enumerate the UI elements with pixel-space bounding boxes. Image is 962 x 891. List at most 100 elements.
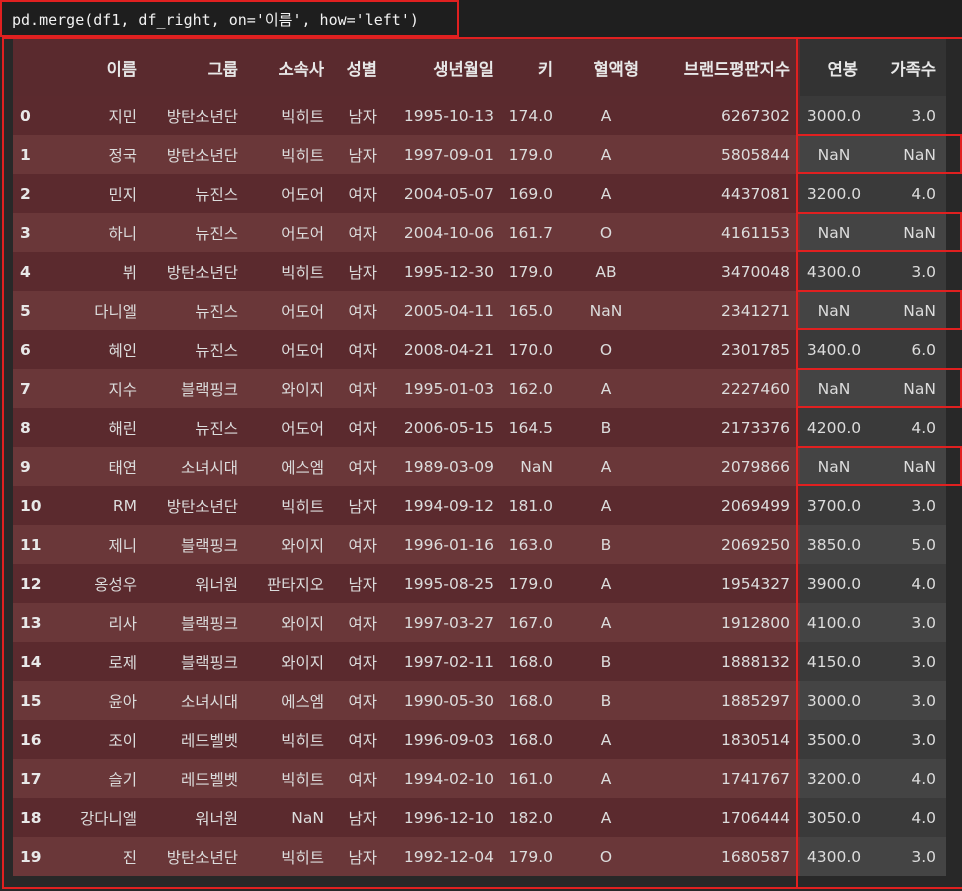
row-index: 14 [13,642,59,681]
table-cell: 1992-12-04 [387,837,504,876]
table-cell: NaN [868,369,946,408]
dataframe-output: 이름 그룹 소속사 성별 생년월일 키 혈액형 브랜드평판지수 연봉 가족수 0 지민 방탄소년단 빅히… [0,37,962,891]
table-cell: 179.0 [504,252,563,291]
code-cell[interactable]: pd.merge(df1, df_right, on='이름', how='le… [0,0,459,37]
table-cell: NaN [248,798,334,837]
table-cell: 1997-02-11 [387,642,504,681]
table-cell: NaN [800,447,868,486]
table-cell: 1995-12-30 [387,252,504,291]
table-cell: NaN [868,213,946,252]
table-cell: 3700.0 [800,486,868,525]
table-cell: A [563,759,649,798]
table-cell: 4161153 [649,213,800,252]
table-cell: A [563,135,649,174]
table-cell: NaN [504,447,563,486]
table-cell: NaN [800,213,868,252]
table-cell: 169.0 [504,174,563,213]
table-cell: 168.0 [504,642,563,681]
table-cell: O [563,837,649,876]
table-cell: 해린 [59,408,147,447]
row-index: 16 [13,720,59,759]
table-cell: 판타지오 [248,564,334,603]
table-cell: 빅히트 [248,486,334,525]
table-cell: 1885297 [649,681,800,720]
table-cell: 빅히트 [248,720,334,759]
table-cell: 4300.0 [800,837,868,876]
table-cell: 3.0 [868,603,946,642]
table-cell: 1996-01-16 [387,525,504,564]
table-cell: 조이 [59,720,147,759]
table-cell: 블랙핑크 [147,525,248,564]
table-cell: 옹성우 [59,564,147,603]
row-index: 13 [13,603,59,642]
table-row: 0 지민 방탄소년단 빅히트 남자 1995-10-13 174.0 A 6267302 3000… [13,96,946,135]
table-cell: 3.0 [868,681,946,720]
row-index: 15 [13,681,59,720]
table-body: 0 지민 방탄소년단 빅히트 남자 1995-10-13 174.0 A 6267302 3000… [13,96,946,876]
table-cell: B [563,681,649,720]
table-cell: 3.0 [868,642,946,681]
table-cell: 레드벨벳 [147,759,248,798]
table-cell: A [563,603,649,642]
table-cell: 4.0 [868,564,946,603]
index-header [13,39,59,96]
table-row: 9 태연 소녀시대 에스엠 여자 1989-03-09 NaN A 2079866 NaN NaN [13,447,946,486]
table-cell: B [563,408,649,447]
column-header: 소속사 [248,39,334,96]
table-cell: 워너원 [147,564,248,603]
table-cell: 뉴진스 [147,408,248,447]
table-row: 17 슬기 레드벨벳 빅히트 여자 1994-02-10 161.0 A 1741767 3200… [13,759,946,798]
table-cell: 1994-09-12 [387,486,504,525]
table-cell: A [563,798,649,837]
table-cell: RM [59,486,147,525]
table-cell: 161.7 [504,213,563,252]
column-header: 혈액형 [563,39,649,96]
table-cell: 빅히트 [248,837,334,876]
table-cell: NaN [868,291,946,330]
table-cell: O [563,330,649,369]
table-cell: 5805844 [649,135,800,174]
table-cell: 168.0 [504,681,563,720]
table-cell: NaN [800,135,868,174]
table-cell: 지수 [59,369,147,408]
table-cell: 164.5 [504,408,563,447]
column-header: 브랜드평판지수 [649,39,800,96]
table-cell: 3470048 [649,252,800,291]
table-cell: 2006-05-15 [387,408,504,447]
row-index: 12 [13,564,59,603]
table-row: 13 리사 블랙핑크 와이지 여자 1997-03-27 167.0 A 1912800 4100… [13,603,946,642]
table-cell: 2008-04-21 [387,330,504,369]
table-cell: B [563,642,649,681]
table-cell: 4150.0 [800,642,868,681]
column-header: 생년월일 [387,39,504,96]
table-cell: 제니 [59,525,147,564]
table-cell: 와이지 [248,525,334,564]
table-cell: 1995-10-13 [387,96,504,135]
table-cell: 남자 [334,798,387,837]
table-cell: 블랙핑크 [147,642,248,681]
table-cell: 와이지 [248,369,334,408]
table-cell: 3000.0 [800,96,868,135]
table-cell: O [563,213,649,252]
table-cell: 남자 [334,837,387,876]
table-cell: 4200.0 [800,408,868,447]
row-index: 6 [13,330,59,369]
table-cell: 뉴진스 [147,174,248,213]
table-cell: 1830514 [649,720,800,759]
table-cell: 여자 [334,447,387,486]
row-index: 4 [13,252,59,291]
table-cell: 1989-03-09 [387,447,504,486]
table-cell: 혜인 [59,330,147,369]
table-cell: B [563,525,649,564]
table-cell: 2069499 [649,486,800,525]
table-cell: 3000.0 [800,681,868,720]
table-cell: 2301785 [649,330,800,369]
table-cell: 여자 [334,603,387,642]
table-cell: 2004-05-07 [387,174,504,213]
table-cell: 6267302 [649,96,800,135]
table-cell: 3900.0 [800,564,868,603]
column-header: 가족수 [868,39,946,96]
table-cell: 4.0 [868,798,946,837]
table-cell: 165.0 [504,291,563,330]
table-cell: 다니엘 [59,291,147,330]
